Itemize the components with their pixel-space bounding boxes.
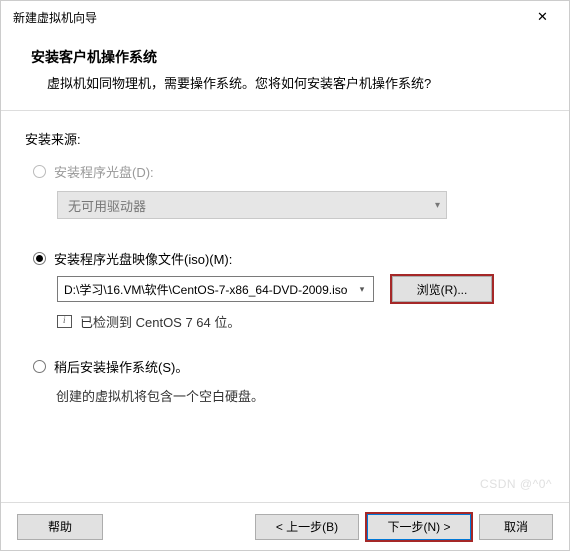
iso-path-row: D:\学习\16.VM\软件\CentOS-7-x86_64-DVD-2009.…	[57, 276, 545, 302]
radio-option-later[interactable]: 稍后安装操作系统(S)。	[33, 357, 545, 376]
header-title: 安装客户机操作系统	[31, 47, 545, 67]
titlebar: 新建虚拟机向导 ✕	[1, 1, 569, 33]
disc-drive-dropdown: 无可用驱动器 ▾	[57, 191, 447, 219]
next-button[interactable]: 下一步(N) >	[367, 514, 471, 540]
install-source-label: 安装来源:	[25, 129, 545, 148]
window-title: 新建虚拟机向导	[13, 9, 97, 26]
chevron-down-icon: ▾	[435, 200, 440, 211]
later-note: 创建的虚拟机将包含一个空白硬盘。	[56, 386, 545, 405]
iso-path-combobox[interactable]: D:\学习\16.VM\软件\CentOS-7-x86_64-DVD-2009.…	[57, 276, 374, 302]
radio-disc-label: 安装程序光盘(D):	[54, 162, 154, 181]
radio-icon	[33, 165, 46, 178]
close-icon: ✕	[537, 9, 548, 25]
wizard-body: 安装来源: 安装程序光盘(D): 无可用驱动器 ▾ 安装程序光盘映像文件(iso…	[1, 111, 569, 502]
iso-path-value: D:\学习\16.VM\软件\CentOS-7-x86_64-DVD-2009.…	[64, 281, 347, 298]
radio-icon	[33, 360, 46, 373]
back-button[interactable]: < 上一步(B)	[255, 514, 359, 540]
disc-drive-value: 无可用驱动器	[68, 196, 146, 215]
close-button[interactable]: ✕	[520, 3, 565, 31]
radio-iso-label: 安装程序光盘映像文件(iso)(M):	[54, 249, 232, 268]
radio-option-disc[interactable]: 安装程序光盘(D):	[33, 162, 545, 181]
radio-icon	[33, 252, 46, 265]
help-button[interactable]: 帮助	[17, 514, 103, 540]
wizard-footer: 帮助 < 上一步(B) 下一步(N) > 取消	[1, 502, 569, 550]
detection-row: 已检测到 CentOS 7 64 位。	[57, 312, 545, 331]
radio-later-label: 稍后安装操作系统(S)。	[54, 357, 188, 376]
wizard-window: 新建虚拟机向导 ✕ 安装客户机操作系统 虚拟机如同物理机，需要操作系统。您将如何…	[0, 0, 570, 551]
browse-button[interactable]: 浏览(R)...	[392, 276, 492, 302]
radio-option-iso[interactable]: 安装程序光盘映像文件(iso)(M):	[33, 249, 545, 268]
info-icon	[57, 315, 72, 328]
header-subtitle: 虚拟机如同物理机，需要操作系统。您将如何安装客户机操作系统?	[47, 73, 545, 92]
detection-text: 已检测到 CentOS 7 64 位。	[80, 312, 240, 331]
option-group: 安装程序光盘(D): 无可用驱动器 ▾ 安装程序光盘映像文件(iso)(M): …	[33, 162, 545, 405]
wizard-header: 安装客户机操作系统 虚拟机如同物理机，需要操作系统。您将如何安装客户机操作系统?	[1, 33, 569, 111]
chevron-down-icon[interactable]: ▾	[353, 279, 371, 299]
cancel-button[interactable]: 取消	[479, 514, 553, 540]
